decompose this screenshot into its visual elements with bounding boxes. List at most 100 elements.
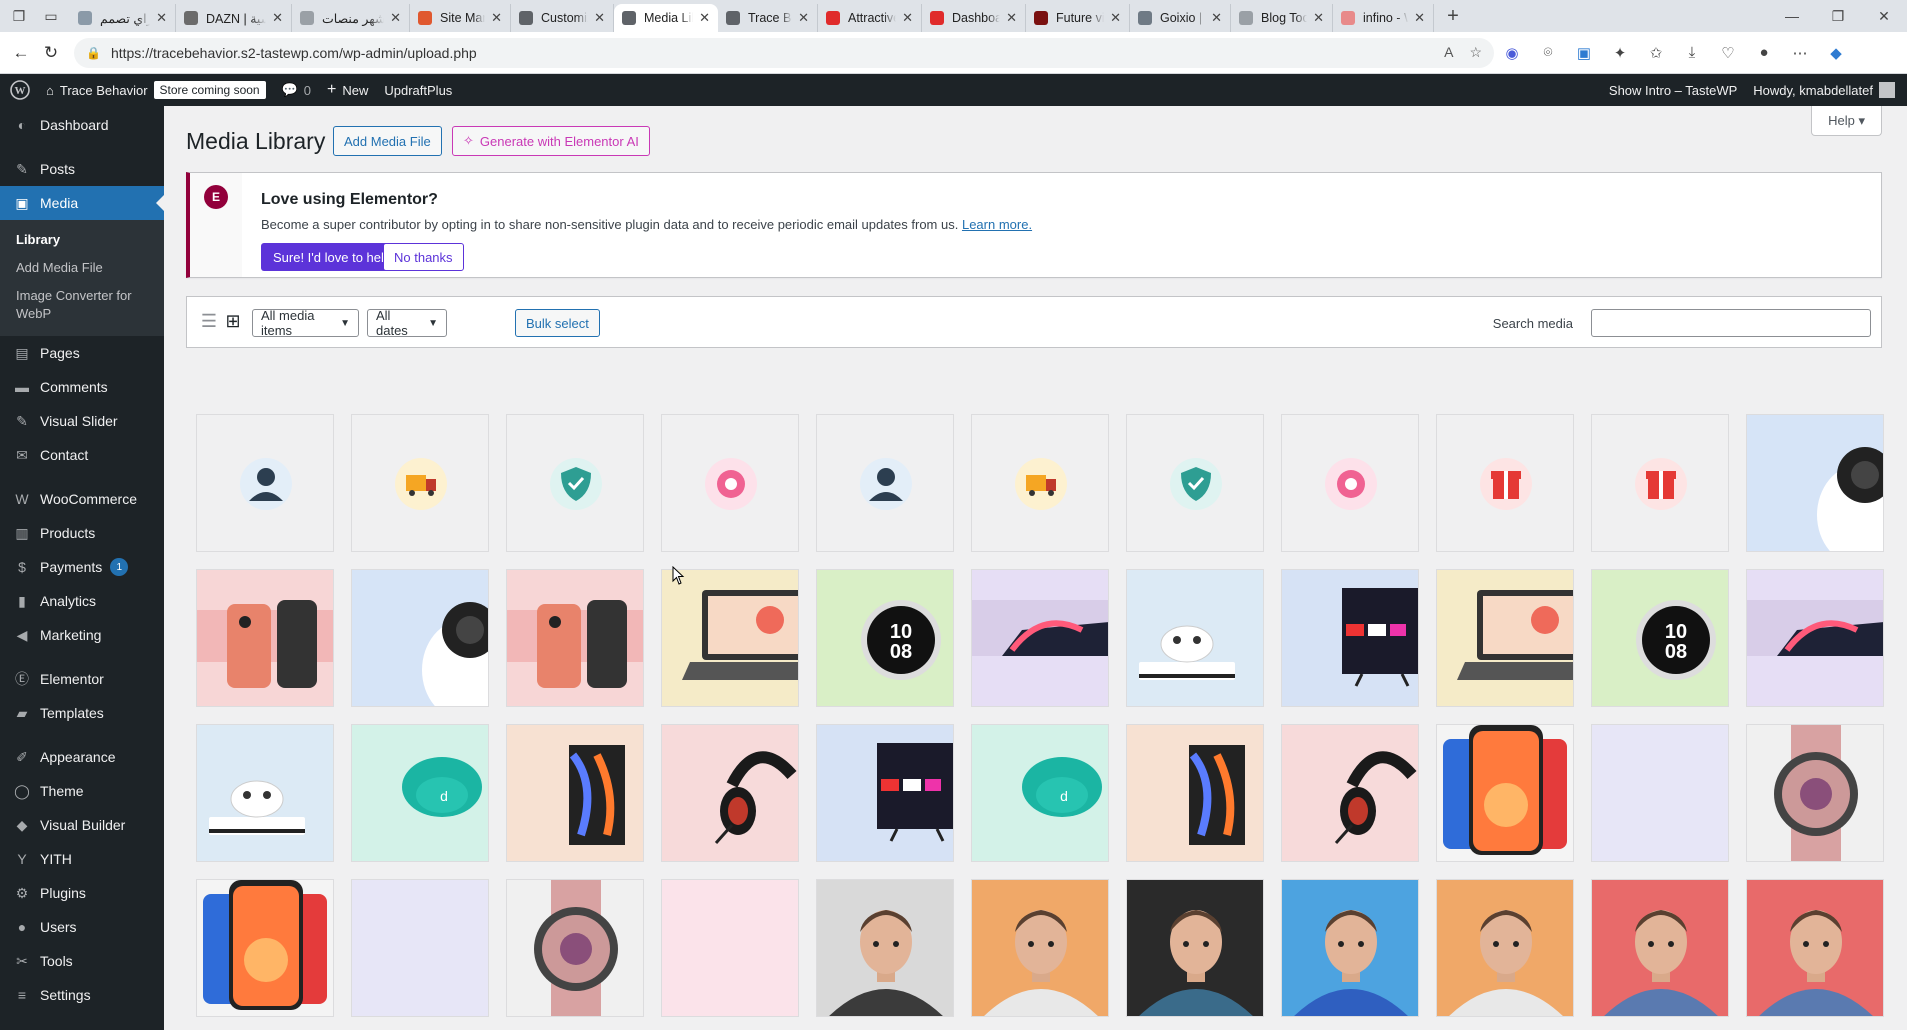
browser-tab[interactable]: Dashboard ✕ [922, 4, 1026, 32]
minimize-icon[interactable]: — [1769, 8, 1815, 25]
close-tab-icon[interactable]: ✕ [1006, 10, 1017, 26]
media-attachment[interactable] [506, 879, 644, 1017]
reload-icon[interactable]: ↻ [36, 43, 66, 63]
media-attachment[interactable] [1746, 569, 1884, 707]
add-media-file-button[interactable]: Add Media File [333, 126, 442, 156]
media-attachment[interactable] [1126, 569, 1264, 707]
generate-ai-button[interactable]: ✧ Generate with Elementor AI [452, 126, 650, 156]
browser-tab[interactable]: Site Manag ✕ [410, 4, 511, 32]
media-attachment[interactable] [816, 724, 954, 862]
restore-icon[interactable]: ❐ [1815, 8, 1861, 25]
close-tab-icon[interactable]: ✕ [272, 10, 283, 26]
url-field[interactable]: 🔒 https://tracebehavior.s2-tastewp.com/w… [74, 37, 1494, 68]
media-attachment[interactable] [1281, 569, 1419, 707]
media-attachment[interactable] [1126, 879, 1264, 1017]
show-intro-link[interactable]: Show Intro – TasteWP [1601, 74, 1745, 106]
media-attachment[interactable] [971, 879, 1109, 1017]
comments-link[interactable]: 💬 0 [274, 74, 319, 106]
media-attachment[interactable] [661, 724, 799, 862]
media-attachment[interactable]: d [351, 724, 489, 862]
media-attachment[interactable] [1436, 569, 1574, 707]
media-attachment[interactable] [1591, 414, 1729, 552]
sidebar-item-users[interactable]: ● Users [0, 910, 164, 944]
media-attachment[interactable] [661, 879, 799, 1017]
date-filter[interactable]: All dates ▼ [367, 308, 447, 338]
close-tab-icon[interactable]: ✕ [491, 10, 502, 26]
sidebar-item-products[interactable]: ▥ Products [0, 516, 164, 550]
optin-yes-button[interactable]: Sure! I'd love to help [261, 243, 404, 271]
sidebar-item-settings[interactable]: ≡ Settings [0, 978, 164, 1012]
more-menu-icon[interactable]: ⋯ [1782, 44, 1818, 62]
media-attachment[interactable] [1436, 414, 1574, 552]
sidebar-item-plugins[interactable]: ⚙ Plugins [0, 876, 164, 910]
new-content-link[interactable]: + New [319, 74, 376, 106]
sidebar-item-templates[interactable]: ▰ Templates [0, 696, 164, 730]
sidebar-item-media[interactable]: ▣ Media [0, 186, 164, 220]
browser-tab[interactable]: Blog Tool, P ✕ [1231, 4, 1333, 32]
favorites-icon[interactable]: ✩ [1638, 44, 1674, 62]
screenshot-icon[interactable]: ⌾ [1530, 44, 1566, 61]
close-tab-icon[interactable]: ✕ [902, 10, 913, 26]
tab-actions-icon[interactable]: ▭ [38, 4, 64, 28]
media-attachment[interactable] [1591, 724, 1729, 862]
sidebar-item-theme[interactable]: ◯ Theme [0, 774, 164, 808]
sidebar-item-visual-builder[interactable]: ◆ Visual Builder [0, 808, 164, 842]
sidebar-item-pages[interactable]: ▤ Pages [0, 336, 164, 370]
browser-tab[interactable]: Trace Behav ✕ [718, 4, 818, 32]
extension-icon[interactable]: ◉ [1494, 44, 1530, 62]
media-attachment[interactable] [506, 569, 644, 707]
close-tab-icon[interactable]: ✕ [1414, 10, 1425, 26]
close-tab-icon[interactable]: ✕ [156, 10, 167, 26]
submenu-item[interactable]: Add Media File [0, 254, 164, 282]
browser-tab[interactable]: Future visio ✕ [1026, 4, 1130, 32]
media-attachment[interactable] [196, 569, 334, 707]
media-attachment[interactable] [1126, 724, 1264, 862]
media-attachment[interactable]: 10 08 [816, 569, 954, 707]
updraftplus-link[interactable]: UpdraftPlus [376, 74, 460, 106]
sidebar-item-comments[interactable]: ▬ Comments [0, 370, 164, 404]
sidebar-item-analytics[interactable]: ▮ Analytics [0, 584, 164, 618]
heart-icon[interactable]: ♡ [1710, 44, 1746, 62]
media-attachment[interactable] [351, 414, 489, 552]
media-attachment[interactable] [1281, 414, 1419, 552]
back-icon[interactable]: ← [6, 43, 36, 63]
sidebar-item-elementor[interactable]: Ⓔ Elementor [0, 662, 164, 696]
media-attachment[interactable] [1591, 879, 1729, 1017]
help-tab-button[interactable]: Help ▾ [1811, 106, 1882, 136]
extension-icon[interactable]: ▣ [1566, 44, 1602, 62]
submenu-item[interactable]: Library [0, 226, 164, 254]
submenu-item[interactable]: Image Converter for WebP [0, 282, 164, 328]
close-tab-icon[interactable]: ✕ [1211, 10, 1222, 26]
close-window-icon[interactable]: ✕ [1861, 8, 1907, 25]
media-attachment[interactable] [661, 414, 799, 552]
optin-no-button[interactable]: No thanks [383, 243, 464, 271]
browser-tab[interactable]: اشهر منصات ✕ [292, 4, 410, 32]
extensions-icon[interactable]: ✦ [1602, 44, 1638, 62]
new-tab-button[interactable]: + [1440, 4, 1466, 28]
media-attachment[interactable] [1281, 879, 1419, 1017]
sidebar-item-yith[interactable]: Y YITH [0, 842, 164, 876]
browser-tab[interactable]: infino - Wo ✕ [1333, 4, 1434, 32]
media-attachment[interactable] [661, 569, 799, 707]
favorite-star-icon[interactable]: ☆ [1469, 44, 1482, 61]
account-menu[interactable]: Howdy, kmabdellatef [1745, 74, 1907, 106]
media-attachment[interactable] [1746, 879, 1884, 1017]
browser-tab[interactable]: ازاي تصمم ✕ [70, 4, 176, 32]
sidebar-item-visual-slider[interactable]: ✎ Visual Slider [0, 404, 164, 438]
wp-logo-icon[interactable]: W [0, 74, 38, 106]
sidebar-item-marketing[interactable]: ◀ Marketing [0, 618, 164, 652]
close-tab-icon[interactable]: ✕ [594, 10, 605, 26]
bulk-select-button[interactable]: Bulk select [515, 309, 600, 337]
media-attachment[interactable] [971, 569, 1109, 707]
media-attachment[interactable] [1746, 414, 1884, 552]
browser-tab[interactable]: Media Libra ✕ [614, 4, 718, 32]
media-attachment[interactable] [816, 879, 954, 1017]
media-attachment[interactable] [196, 414, 334, 552]
media-attachment[interactable] [1126, 414, 1264, 552]
close-tab-icon[interactable]: ✕ [798, 10, 809, 26]
media-attachment[interactable] [971, 414, 1109, 552]
media-attachment[interactable] [1436, 724, 1574, 862]
media-attachment[interactable] [506, 724, 644, 862]
site-name-link[interactable]: ⌂ Trace Behavior Store coming soon [38, 74, 274, 106]
media-attachment[interactable] [351, 569, 489, 707]
